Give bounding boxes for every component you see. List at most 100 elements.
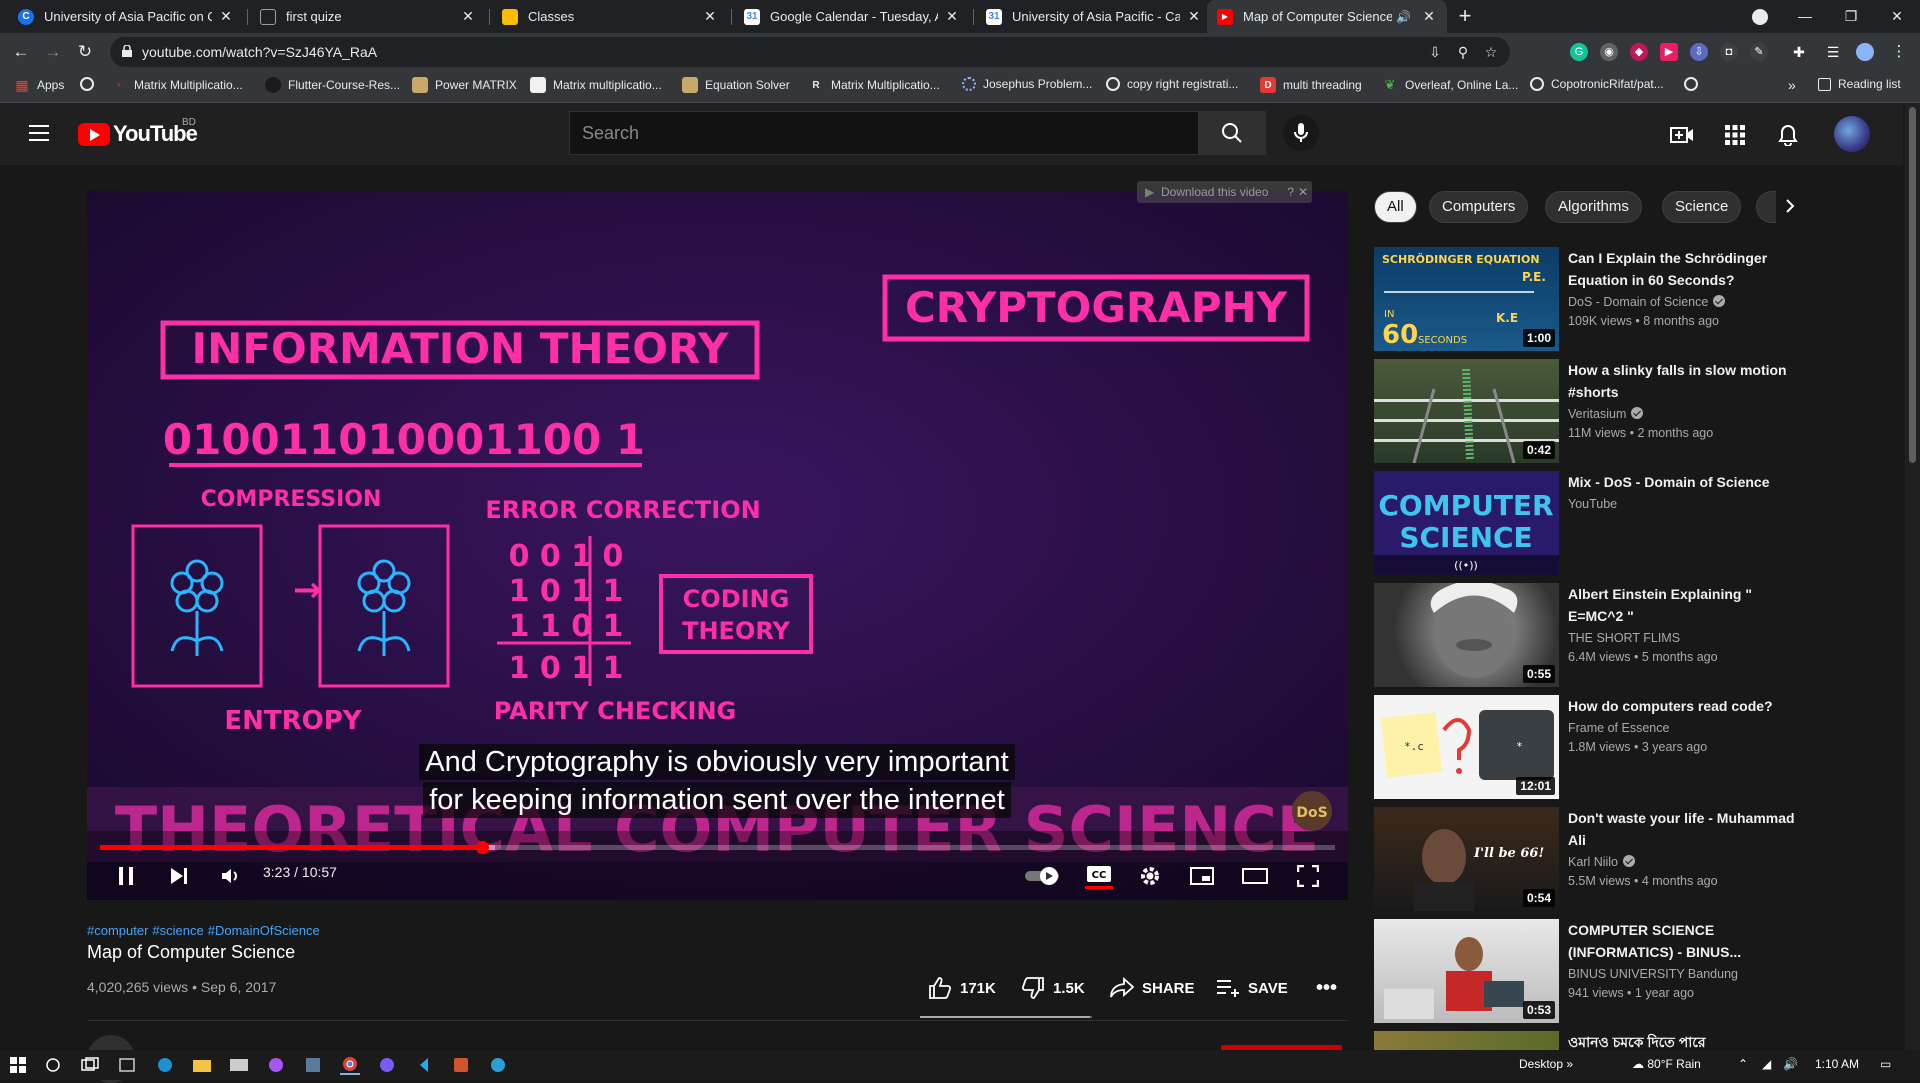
like-button[interactable]: 171K [928,977,996,999]
browser-tab-active[interactable]: ▶ Map of Computer Science - 🔊 ✕ [1207,0,1447,33]
close-window-button[interactable]: ✕ [1874,0,1920,33]
close-tab-icon[interactable]: ✕ [944,8,960,25]
extension-icon[interactable]: ▶ [1660,43,1678,61]
recommendation-item[interactable]: ওমানও চমকে দিতে পারে [1374,1031,1794,1050]
account-avatar[interactable] [1834,116,1870,152]
edge-browser-icon[interactable] [155,1055,175,1075]
bookmark-item[interactable]: R Matrix Multiplicatio... [808,77,939,93]
video-title[interactable]: COMPUTER SCIENCE (INFORMATICS) - BINUS..… [1568,919,1798,963]
chip-partial[interactable] [1756,191,1776,223]
app-icon[interactable] [377,1055,397,1075]
back-button[interactable]: ← [10,41,32,63]
save-button[interactable]: SAVE [1216,977,1288,999]
browser-tab[interactable]: 31 Google Calendar - Tuesday, Augu ✕ [734,0,970,33]
maximize-button[interactable]: ❐ [1828,0,1874,33]
pen-extension-icon[interactable]: ✎ [1750,43,1768,61]
address-bar[interactable]: youtube.com/watch?v=SzJ46YA_RaA ⇩ ⚲ ☆ [110,37,1510,67]
more-bookmarks-button[interactable]: » [1788,77,1796,93]
chips-next-button[interactable] [1778,194,1802,218]
show-hidden-icons[interactable]: ⌃ [1738,1057,1748,1071]
notification-center-icon[interactable]: ▭ [1880,1057,1891,1071]
close-tab-icon[interactable]: ✕ [218,8,234,25]
forward-button[interactable]: → [42,41,64,63]
page-scrollbar[interactable] [1905,103,1920,1050]
channel-name[interactable]: Veritasium [1568,407,1644,421]
video-thumbnail[interactable]: COMPUTER SCIENCE ((•)) [1374,471,1559,575]
messenger-icon[interactable] [266,1055,286,1075]
menu-icon[interactable]: ⋮ [1890,43,1908,61]
chip-all[interactable]: All [1374,191,1417,223]
bookmark-item[interactable]: ❦ Overleaf, Online La... [1382,77,1519,93]
bookmark-item[interactable]: ▪ Matrix Multiplicatio... [111,77,242,93]
search-button[interactable] [1198,111,1266,155]
vscode-icon[interactable] [414,1055,434,1075]
calculator-icon[interactable] [117,1055,137,1075]
video-thumbnail[interactable]: 0:53 [1374,919,1559,1023]
bookmark-item[interactable]: copy right registrati... [1106,77,1238,91]
close-tab-icon[interactable]: ✕ [1421,8,1437,25]
browser-tab[interactable]: Classes ✕ [492,0,728,33]
chip-computers[interactable]: Computers [1429,191,1529,223]
browser-tab[interactable]: 31 University of Asia Pacific - Calend ✕ [976,0,1212,33]
settings-button[interactable] [1136,862,1164,890]
recommendation-item[interactable]: SCHRÖDINGER EQUATION P.E. IN 60 SECONDS … [1374,247,1794,351]
autoplay-toggle[interactable] [1022,862,1062,890]
bookmark-item[interactable]: Power MATRIX [412,77,517,93]
recommendation-item[interactable]: 0:53 COMPUTER SCIENCE (INFORMATICS) - BI… [1374,919,1794,1023]
windows-start-icon[interactable] [8,1055,28,1075]
miniplayer-button[interactable] [1188,862,1216,890]
scrollbar-thumb[interactable] [1909,107,1916,463]
create-video-button[interactable] [1669,122,1695,148]
more-actions-button[interactable]: ••• [1316,977,1337,1000]
task-view-icon[interactable] [80,1055,100,1075]
captions-button[interactable]: CC [1083,862,1115,890]
desktop-toolbar[interactable]: Desktop » [1519,1057,1573,1071]
hashtag-link[interactable]: #computer [87,923,148,938]
chrome-icon[interactable] [340,1055,360,1075]
bookmark-item[interactable]: Josephus Problem... [962,77,1092,91]
download-video-button[interactable]: ▶ Download this video ? ✕ [1137,181,1312,203]
new-tab-button[interactable]: + [1453,5,1477,29]
channel-name[interactable]: THE SHORT FLIMS [1568,631,1680,645]
bookmark-item[interactable]: Dmulti threading [1260,77,1362,93]
recommendation-item[interactable]: 0:55 Albert Einstein Explaining " E=MC^2… [1374,583,1794,687]
recommendation-item[interactable]: COMPUTER SCIENCE ((•)) Mix - DoS - Domai… [1374,471,1794,575]
file-explorer-icon[interactable] [192,1055,212,1075]
channel-name[interactable]: Karl Niilo [1568,855,1636,869]
install-icon[interactable]: ⇩ [1426,43,1444,61]
download-extension-icon[interactable]: ⇩ [1690,43,1708,61]
chip-algorithms[interactable]: Algorithms [1545,191,1642,223]
bookmark-item[interactable]: CopotronicRifat/pat... [1530,77,1664,91]
grammarly-extension-icon[interactable]: G [1570,43,1588,61]
video-title[interactable]: How do computers read code? [1568,695,1798,717]
bookmark-item[interactable]: Equation Solver [682,77,790,93]
video-title[interactable]: Can I Explain the Schrödinger Equation i… [1568,247,1798,291]
app-icon[interactable] [303,1055,323,1075]
chip-science[interactable]: Science [1662,191,1742,223]
bookmark-item[interactable]: Flutter-Course-Res... [265,77,400,93]
video-thumbnail[interactable]: 0:55 [1374,583,1559,687]
bookmark-item[interactable] [80,77,101,91]
weather-widget[interactable]: ☁ 80°F Rain [1632,1057,1701,1071]
network-icon[interactable]: ◢ [1762,1057,1771,1071]
reload-button[interactable]: ↻ [74,41,96,63]
fullscreen-button[interactable] [1294,862,1322,890]
video-title[interactable]: How a slinky falls in slow motion #short… [1568,359,1798,403]
recommendation-item[interactable]: 0:42 How a slinky falls in slow motion #… [1374,359,1794,463]
scrubber-handle[interactable] [475,841,489,854]
video-thumbnail[interactable] [1374,1031,1559,1050]
video-thumbnail[interactable]: 0:42 [1374,359,1559,463]
video-thumbnail[interactable]: *.c * 12:01 [1374,695,1559,799]
youtube-logo[interactable]: YouTube BD [78,117,198,147]
recommendation-item[interactable]: I'll be 66! 0:54 Don't waste your life -… [1374,807,1795,911]
camera-extension-icon[interactable]: ◉ [1600,43,1618,61]
close-tab-icon[interactable]: ✕ [1186,8,1202,25]
close-icon[interactable]: ✕ [1298,181,1308,203]
extension-icon[interactable]: ◘ [1720,43,1738,61]
channel-name[interactable]: YouTube [1568,497,1617,511]
channel-name[interactable]: DoS - Domain of Science [1568,295,1726,309]
bookmark-star-icon[interactable]: ☆ [1482,43,1500,61]
minimize-button[interactable]: — [1782,0,1828,33]
extension-icon[interactable]: ◆ [1630,43,1648,61]
voice-search-button[interactable] [1283,115,1319,151]
